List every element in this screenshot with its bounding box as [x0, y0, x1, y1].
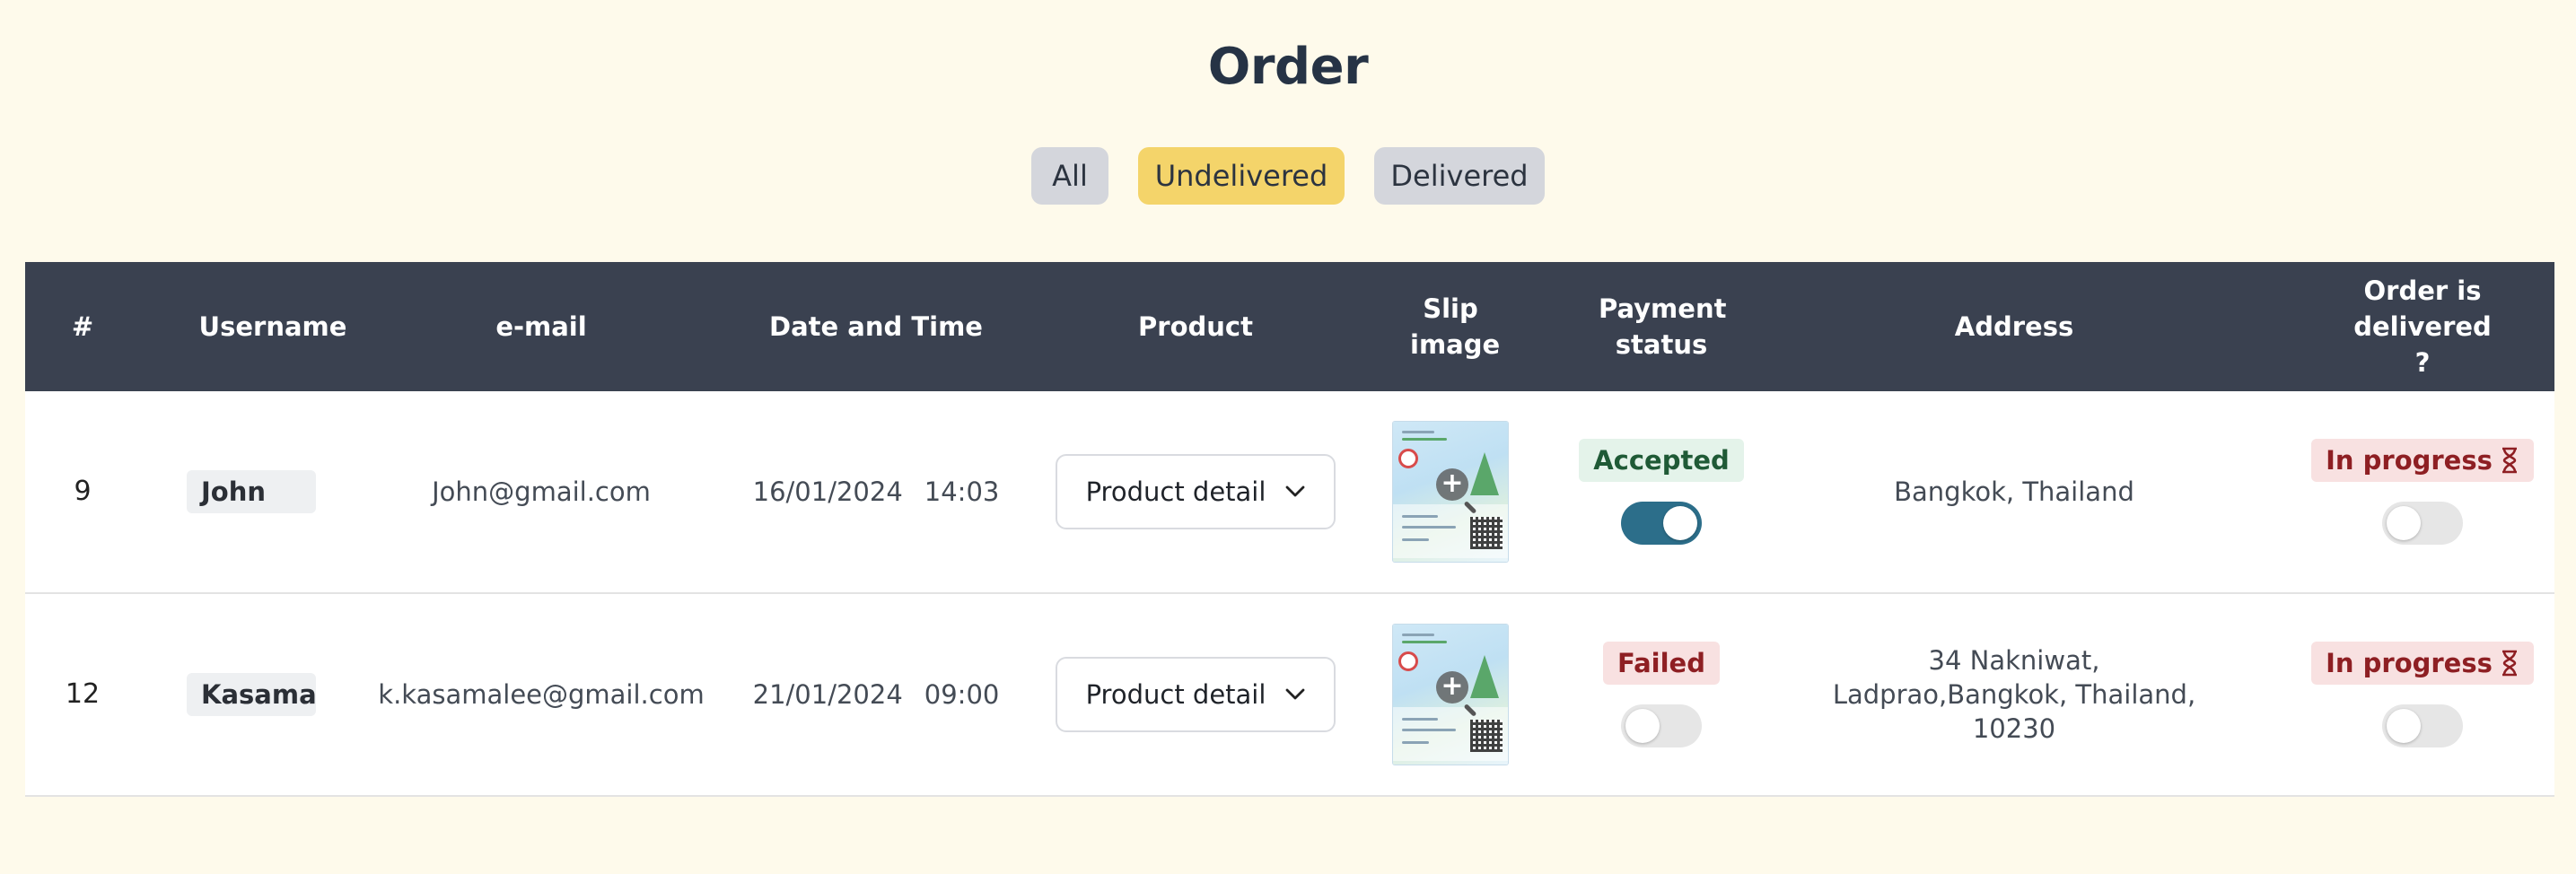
time-text: 14:03 [924, 476, 1000, 507]
toggle-knob [2387, 506, 2421, 540]
hourglass-icon [2500, 447, 2519, 474]
delivery-toggle[interactable] [2382, 502, 2463, 545]
email-text: John@gmail.com [432, 476, 651, 507]
toggle-knob [1663, 506, 1697, 540]
product-detail-label: Product detail [1085, 476, 1266, 507]
delivery-status-label: In progress [2326, 648, 2493, 678]
zoom-in-icon[interactable]: + [1436, 671, 1468, 704]
decoration-tree-icon [1470, 452, 1499, 495]
bank-logo-icon [1398, 651, 1418, 671]
date-text: 21/01/2024 [752, 679, 903, 710]
datetime: 16/01/2024 14:03 [753, 475, 1000, 509]
product-detail-button[interactable]: Product detail [1056, 657, 1336, 732]
username-chip: Kasama [187, 673, 317, 716]
header-delivered-label: Order is delivered ? [2353, 275, 2492, 378]
payment-toggle[interactable] [1621, 704, 1702, 747]
header-address: Address [1954, 311, 2074, 342]
table-row: 9 John John@gmail.com 16/01/2024 14:03 P… [25, 391, 2554, 594]
header-slip-label: Slip image [1410, 293, 1501, 360]
header-datetime: Date and Time [769, 311, 983, 342]
filter-all-button[interactable]: All [1031, 147, 1108, 205]
delivery-toggle[interactable] [2382, 704, 2463, 747]
payment-toggle[interactable] [1621, 502, 1702, 545]
filter-delivered-button[interactable]: Delivered [1374, 147, 1545, 205]
zoom-in-icon[interactable]: + [1436, 468, 1468, 501]
payment-status-badge: Accepted [1579, 439, 1744, 482]
delivery-status-badge: In progress [2311, 439, 2534, 482]
table-row: 12 Kasama k.kasamalee@gmail.com 21/01/20… [25, 594, 2554, 797]
header-payment: Payment status [1585, 291, 1738, 363]
filter-bar: All Undelivered Delivered [0, 147, 2576, 205]
header-username: Username [198, 311, 347, 342]
qr-code-icon [1470, 517, 1503, 549]
header-delivered: Order is delivered ? [2291, 273, 2554, 380]
chevron-down-icon [1285, 688, 1305, 701]
date-text: 16/01/2024 [752, 476, 903, 507]
email-text: k.kasamalee@gmail.com [378, 679, 705, 710]
orders-table: # Username e-mail Date and Time Product … [25, 262, 2554, 797]
decoration-tree-icon [1470, 655, 1499, 698]
datetime: 21/01/2024 09:00 [753, 677, 1000, 712]
address-text: 34 Nakniwat, Ladprao,Bangkok, Thailand, … [1832, 645, 2196, 744]
bank-logo-icon [1398, 449, 1418, 468]
page-title: Order [1207, 38, 1369, 96]
slip-image-thumbnail[interactable]: + [1393, 422, 1508, 562]
delivery-status-label: In progress [2326, 445, 2493, 476]
time-text: 09:00 [924, 679, 1000, 710]
header-num: # [71, 311, 94, 342]
table-header: # Username e-mail Date and Time Product … [25, 262, 2554, 391]
header-payment-label: Payment status [1599, 293, 1727, 360]
filter-undelivered-button[interactable]: Undelivered [1138, 147, 1345, 205]
header-product: Product [1138, 311, 1253, 342]
hourglass-icon [2500, 650, 2519, 677]
delivery-status-badge: In progress [2311, 642, 2534, 685]
address-text: Bangkok, Thailand [1894, 476, 2134, 507]
payment-status-badge: Failed [1603, 642, 1720, 685]
row-num: 9 [74, 476, 92, 507]
row-num: 12 [65, 678, 101, 710]
chevron-down-icon [1285, 485, 1305, 498]
header-email: e-mail [495, 311, 587, 342]
slip-image-thumbnail[interactable]: + [1393, 625, 1508, 765]
qr-code-icon [1470, 720, 1503, 752]
toggle-knob [2387, 709, 2421, 743]
header-slip: Slip image [1316, 291, 1585, 363]
product-detail-button[interactable]: Product detail [1056, 454, 1336, 529]
username-chip: John [187, 470, 316, 513]
toggle-knob [1625, 709, 1660, 743]
product-detail-label: Product detail [1085, 679, 1266, 710]
